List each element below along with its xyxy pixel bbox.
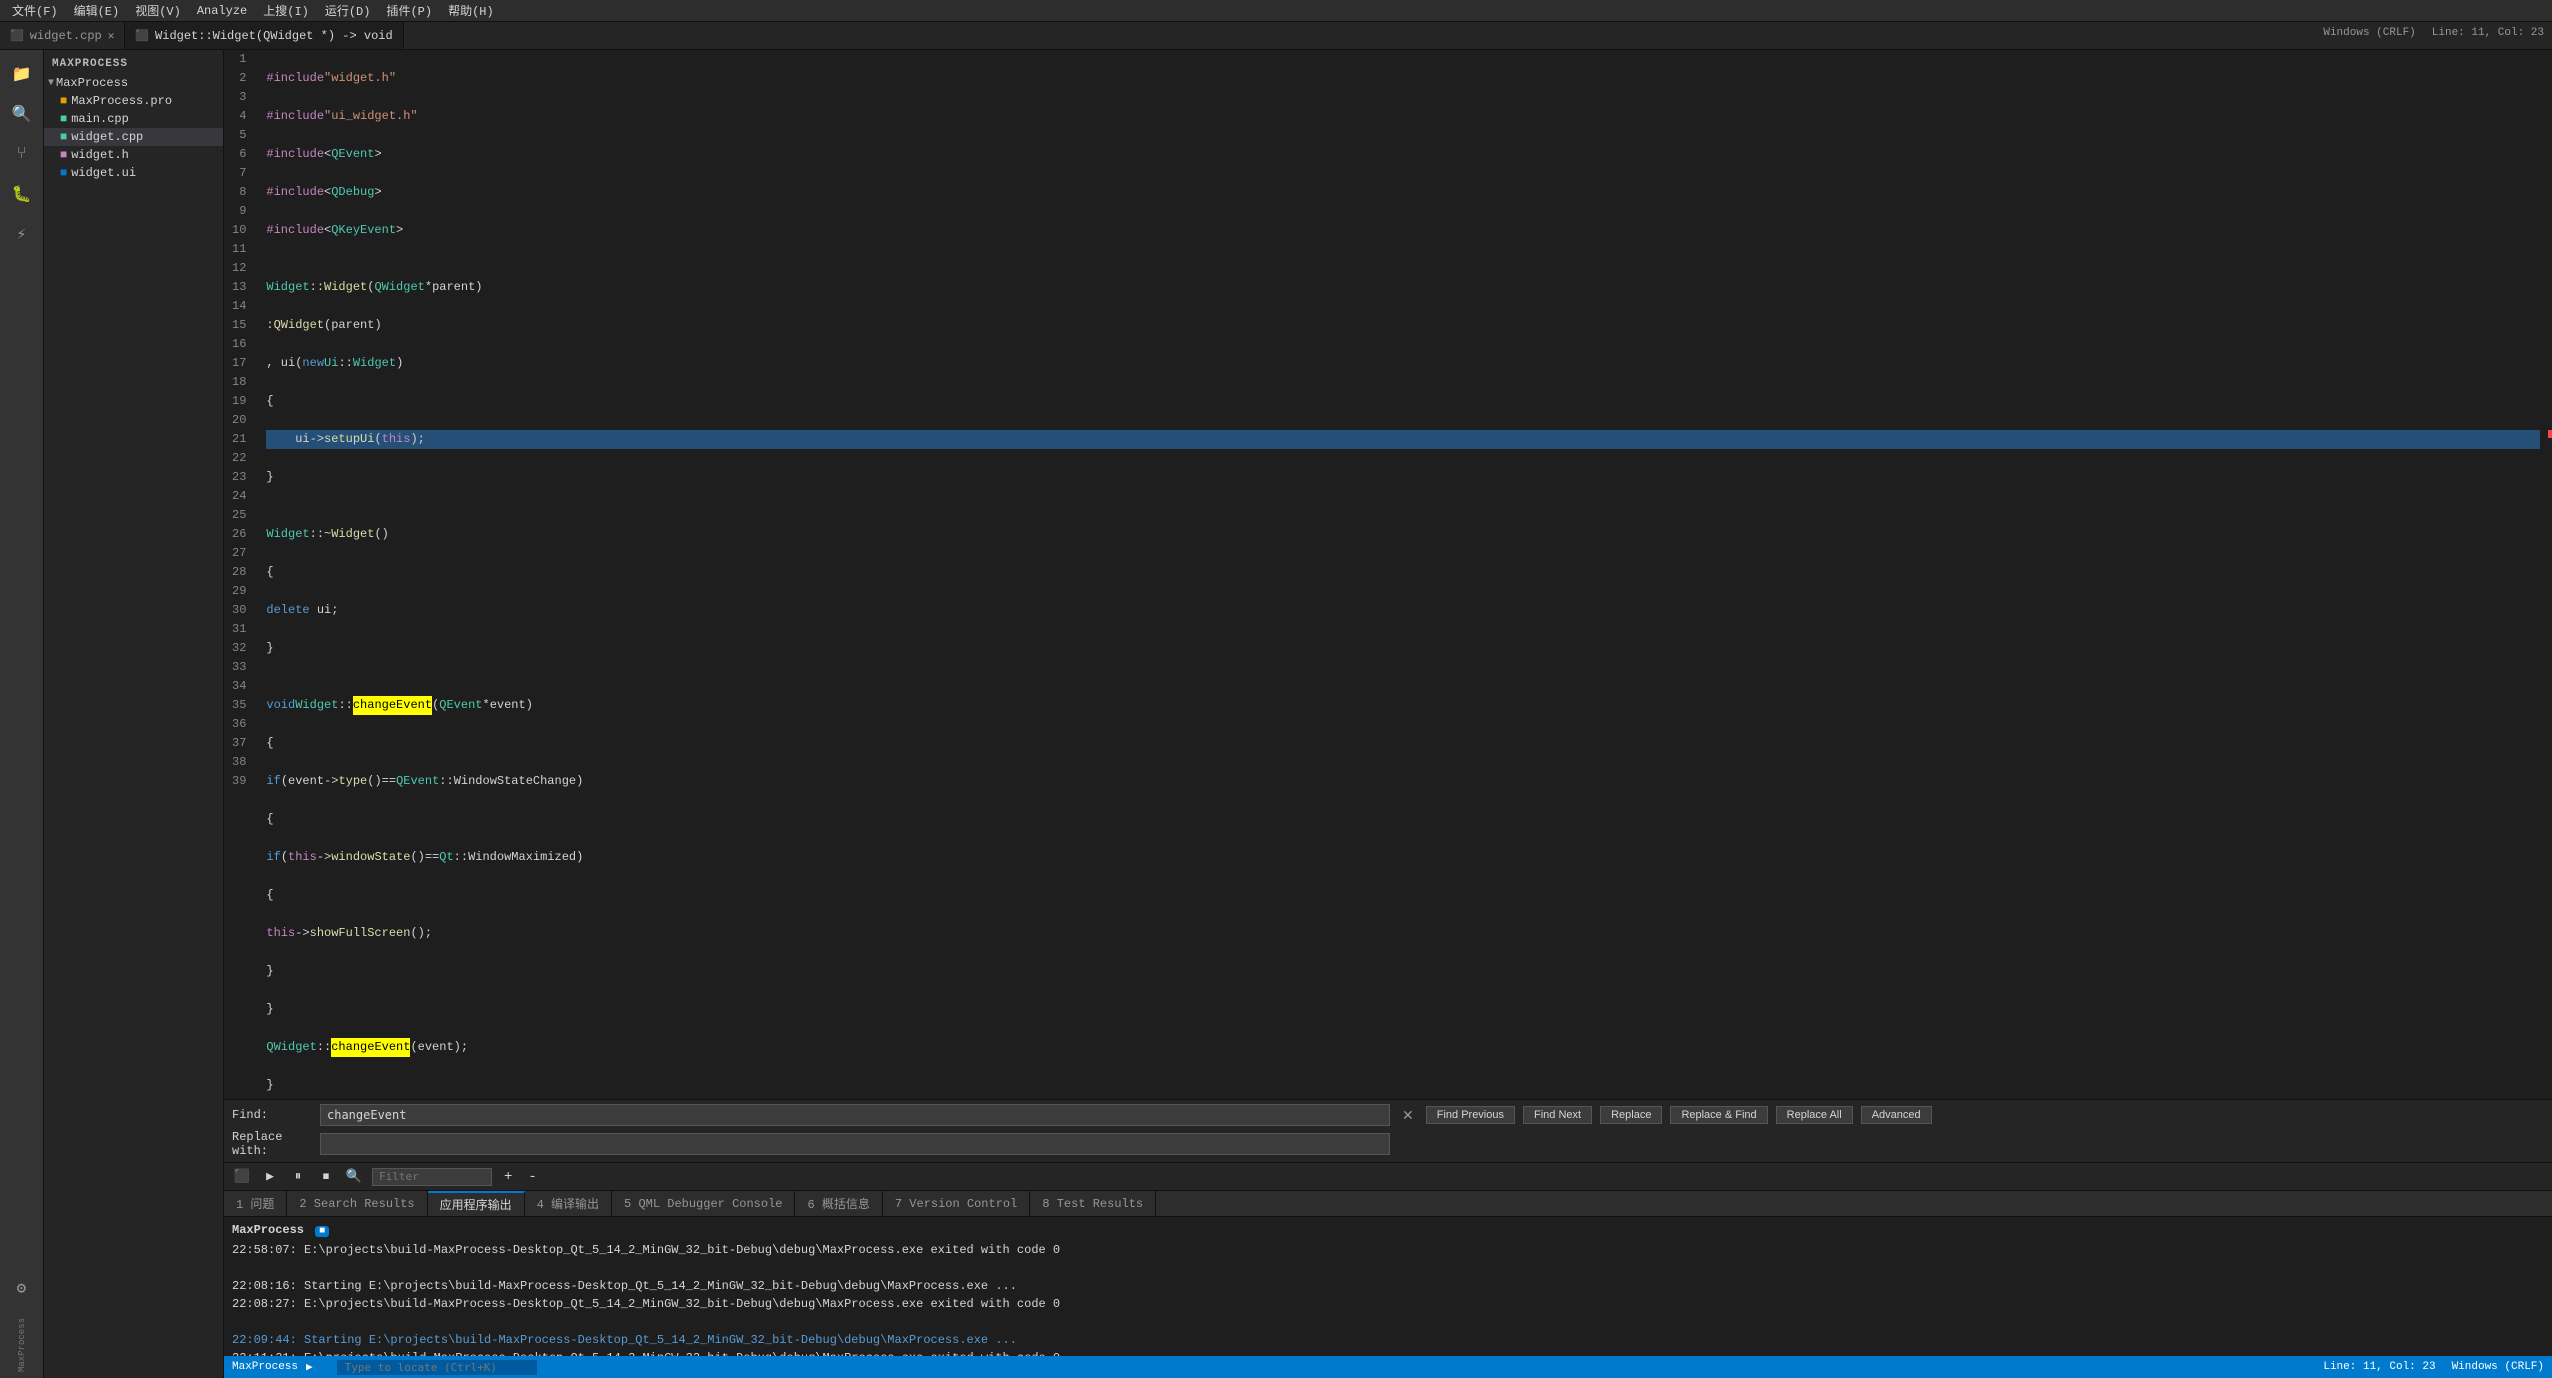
- sidebar-git-icon[interactable]: ⑂: [4, 136, 40, 172]
- tree-item-widget-cpp[interactable]: ■ widget.cpp: [44, 128, 223, 146]
- menu-search[interactable]: 上搜(I): [255, 2, 317, 19]
- tree-item-label: MaxProcess.pro: [71, 94, 172, 108]
- menu-plugins[interactable]: 插件(P): [378, 2, 440, 19]
- tree-item-label: widget.h: [71, 148, 129, 162]
- find-previous-button[interactable]: Find Previous: [1426, 1106, 1515, 1124]
- tree-item-label: widget.cpp: [71, 130, 143, 144]
- output-line-8: 22:11:21: E:\projects\build-MaxProcess-D…: [232, 1349, 2544, 1356]
- cpp-file-icon: ■: [60, 112, 67, 126]
- search-bar[interactable]: [337, 1360, 537, 1375]
- find-input[interactable]: [320, 1104, 1390, 1126]
- panel-tab-issues[interactable]: 1 问题: [224, 1191, 287, 1216]
- find-replace-bar: Find: ✕ Find Previous Find Next Replace …: [224, 1099, 2552, 1162]
- icon-sidebar: 📁 🔍 ⑂ 🐛 ⚡ ⚙ MaxProcess: [0, 50, 44, 1378]
- status-run-icon[interactable]: ▶: [306, 1360, 313, 1374]
- find-close-button[interactable]: ✕: [1398, 1107, 1418, 1124]
- tree-item-project[interactable]: ▼ MaxProcess: [44, 74, 223, 92]
- tab-close-icon[interactable]: ✕: [108, 29, 115, 43]
- explorer-title: MaxProcess: [44, 54, 223, 74]
- cpp-file-icon-2: ■: [60, 130, 67, 144]
- output-line-7: 22:09:44: Starting E:\projects\build-Max…: [232, 1331, 2544, 1349]
- output-line-5: 22:08:27: E:\projects\build-MaxProcess-D…: [232, 1295, 2544, 1313]
- output-line-6: [232, 1313, 2544, 1331]
- h-file-icon: ■: [60, 148, 67, 162]
- menu-edit[interactable]: 编辑(E): [66, 2, 128, 19]
- tree-item-widget-h[interactable]: ■ widget.h: [44, 146, 223, 164]
- code-content[interactable]: #include "widget.h" #include "ui_widget.…: [258, 50, 2548, 1099]
- panel-tab-general[interactable]: 6 概括信息: [795, 1191, 882, 1216]
- output-line-2: 22:58:07: E:\projects\build-MaxProcess-D…: [232, 1241, 2544, 1259]
- run-icon[interactable]: ▶: [260, 1167, 280, 1187]
- tree-item-widget-ui[interactable]: ■ widget.ui: [44, 164, 223, 182]
- tab-func-icon: ⬛: [135, 29, 149, 43]
- menu-run[interactable]: 运行(D): [317, 2, 379, 19]
- tree-item-main-cpp[interactable]: ■ main.cpp: [44, 110, 223, 128]
- sidebar-settings-icon[interactable]: ⚙: [4, 1270, 40, 1306]
- tab-widget-h[interactable]: ⬛ Widget::Widget(QWidget *) -> void: [125, 22, 403, 49]
- menu-view[interactable]: 视图(V): [127, 2, 189, 19]
- filter-input[interactable]: [372, 1168, 492, 1186]
- output-line-3: [232, 1259, 2544, 1277]
- menu-help[interactable]: 帮助(H): [440, 2, 502, 19]
- menu-file[interactable]: 文件(F): [4, 2, 66, 19]
- replace-button[interactable]: Replace: [1600, 1106, 1662, 1124]
- find-label: Find:: [232, 1108, 312, 1122]
- encoding-info: Windows (CRLF): [2323, 27, 2415, 39]
- tab-cpp-icon: ⬛: [10, 29, 24, 43]
- output-badge: ■: [315, 1226, 329, 1237]
- status-project: MaxProcess: [232, 1361, 298, 1373]
- panel-tab-compile[interactable]: 4 编译输出: [525, 1191, 612, 1216]
- plus-button[interactable]: +: [500, 1169, 516, 1185]
- toolbar-search-icon[interactable]: 🔍: [344, 1167, 364, 1187]
- panel-tabs: 1 问题 2 Search Results 应用程序输出 4 编译输出 5 QM…: [224, 1190, 2552, 1216]
- panel-tab-search[interactable]: 2 Search Results: [287, 1191, 427, 1216]
- sidebar-extensions-icon[interactable]: ⚡: [4, 216, 40, 252]
- tab-widget-cpp[interactable]: ⬛ widget.cpp ✕: [0, 22, 125, 49]
- pro-file-icon: ■: [60, 94, 67, 108]
- output-line-4: 22:08:16: Starting E:\projects\build-Max…: [232, 1277, 2544, 1295]
- panel-tab-app-output[interactable]: 应用程序输出: [428, 1191, 525, 1216]
- advanced-button[interactable]: Advanced: [1861, 1106, 1932, 1124]
- toolbar-icon-4[interactable]: ⏹: [316, 1167, 336, 1187]
- panel-tab-qml[interactable]: 5 QML Debugger Console: [612, 1191, 795, 1216]
- chevron-down-icon: ▼: [48, 78, 54, 89]
- toolbar-icon-3[interactable]: ⏸: [288, 1167, 308, 1187]
- panel-tab-test[interactable]: 8 Test Results: [1030, 1191, 1156, 1216]
- output-panel: MaxProcess ■ 22:58:07: E:\projects\build…: [224, 1216, 2552, 1356]
- panel-tab-version[interactable]: 7 Version Control: [883, 1191, 1030, 1216]
- find-next-button[interactable]: Find Next: [1523, 1106, 1592, 1124]
- sidebar-search-icon[interactable]: 🔍: [4, 96, 40, 132]
- tree-item-label: main.cpp: [71, 112, 129, 126]
- tab-label-active: Widget::Widget(QWidget *) -> void: [155, 29, 393, 43]
- tab-bar: ⬛ widget.cpp ✕ ⬛ Widget::Widget(QWidget …: [0, 22, 2552, 50]
- code-container[interactable]: 12345 678910 1112131415 1617181920 21222…: [224, 50, 2552, 1099]
- output-line-1: MaxProcess ■: [232, 1221, 2544, 1241]
- status-encoding: Windows (CRLF): [2452, 1361, 2544, 1373]
- status-bar: MaxProcess ▶ Line: 11, Col: 23 Windows (…: [224, 1356, 2552, 1378]
- minus-button[interactable]: -: [524, 1169, 540, 1185]
- tab-label: widget.cpp: [30, 29, 102, 43]
- ui-file-icon: ■: [60, 166, 67, 180]
- change-indicator: [2548, 50, 2552, 1099]
- replace-input[interactable]: [320, 1133, 1390, 1155]
- menu-bar: 文件(F) 编辑(E) 视图(V) Analyze 上搜(I) 运行(D) 插件…: [0, 0, 2552, 22]
- line-numbers: 12345 678910 1112131415 1617181920 21222…: [224, 50, 258, 1099]
- tree-item-label: widget.ui: [71, 166, 136, 180]
- toolbar-icon-1[interactable]: ⬛: [232, 1167, 252, 1187]
- status-line: Line: 11, Col: 23: [2323, 1361, 2435, 1373]
- sidebar-debug-icon[interactable]: 🐛: [4, 176, 40, 212]
- tree-item-label: MaxProcess: [56, 76, 128, 90]
- replace-label: Replace with:: [232, 1130, 312, 1158]
- editor-area: 12345 678910 1112131415 1617181920 21222…: [224, 50, 2552, 1378]
- line-info: Line: 11, Col: 23: [2432, 27, 2544, 39]
- file-explorer: MaxProcess ▼ MaxProcess ■ MaxProcess.pro…: [44, 50, 224, 1378]
- main-area: 📁 🔍 ⑂ 🐛 ⚡ ⚙ MaxProcess MaxProcess ▼ MaxP…: [0, 50, 2552, 1378]
- sidebar-explorer-icon[interactable]: 📁: [4, 56, 40, 92]
- project-label: MaxProcess: [15, 1316, 29, 1374]
- replace-find-button[interactable]: Replace & Find: [1670, 1106, 1767, 1124]
- menu-analyze[interactable]: Analyze: [189, 4, 255, 18]
- bottom-toolbar: ⬛ ▶ ⏸ ⏹ 🔍 + -: [224, 1162, 2552, 1190]
- replace-all-button[interactable]: Replace All: [1776, 1106, 1853, 1124]
- tree-item-pro[interactable]: ■ MaxProcess.pro: [44, 92, 223, 110]
